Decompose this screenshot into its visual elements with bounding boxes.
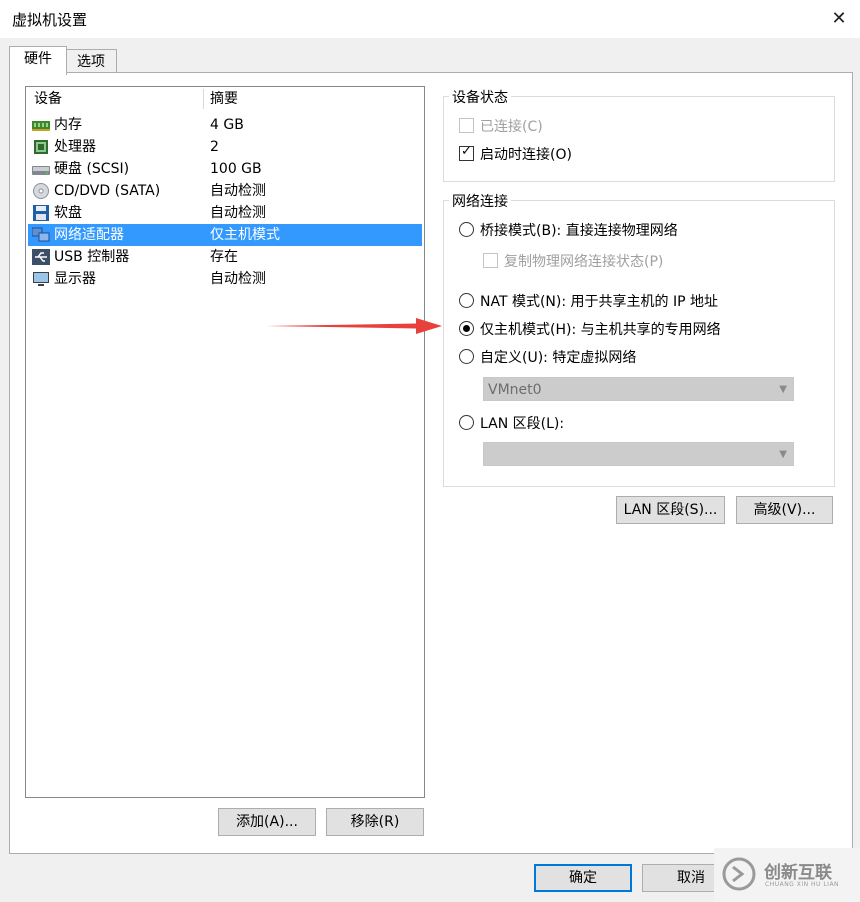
window-title: 虚拟机设置 — [12, 11, 88, 29]
nat-radio[interactable] — [459, 293, 474, 308]
advanced-button[interactable]: 高级(V)... — [736, 496, 833, 524]
device-name: 处理器 — [54, 139, 96, 155]
watermark-text: 创新互联 — [764, 863, 832, 883]
connected-label[interactable]: 已连接(C) — [480, 116, 543, 136]
network-connection-title: 网络连接 — [449, 191, 511, 211]
replicate-state-label[interactable]: 复制物理网络连接状态(P) — [504, 251, 663, 271]
device-name: 软盘 — [54, 205, 82, 221]
device-status-group — [443, 96, 835, 182]
lan-segment-label[interactable]: LAN 区段(L): — [480, 413, 564, 433]
device-summary: 100 GB — [210, 161, 262, 177]
annotation-arrow-icon — [266, 318, 442, 334]
device-row-hard-disk[interactable]: 硬盘 (SCSI) 100 GB — [28, 158, 422, 180]
column-header-device[interactable]: 设备 — [34, 87, 62, 111]
hard-disk-icon — [32, 166, 50, 175]
device-row-display[interactable]: 显示器 自动检测 — [28, 268, 422, 290]
host-only-radio[interactable] — [459, 321, 474, 336]
device-name: 硬盘 (SCSI) — [54, 161, 130, 177]
network-adapter-icon — [32, 227, 50, 242]
device-row-floppy[interactable]: 软盘 自动检测 — [28, 202, 422, 224]
bridged-label[interactable]: 桥接模式(B): 直接连接物理网络 — [480, 220, 678, 240]
custom-network-select[interactable]: VMnet0 ▼ — [483, 377, 794, 401]
watermark: 创新互联 CHUANG XIN HU LIAN — [714, 848, 860, 902]
device-name: 内存 — [54, 117, 82, 133]
device-row-cpu[interactable]: 处理器 2 — [28, 136, 422, 158]
usb-icon — [32, 249, 50, 265]
chevron-down-icon: ▼ — [779, 384, 787, 395]
device-row-memory[interactable]: 内存 4 GB — [28, 114, 422, 136]
bridged-radio[interactable] — [459, 222, 474, 237]
host-only-label[interactable]: 仅主机模式(H): 与主机共享的专用网络 — [480, 319, 721, 339]
device-list[interactable]: 设备 摘要 内存 4 GB 处理器 2 硬盘 (SCSI) 100 GB CD/… — [25, 86, 425, 798]
tab-options[interactable]: 选项 — [65, 49, 117, 74]
device-name: 网络适配器 — [54, 227, 124, 243]
memory-icon — [32, 121, 50, 131]
connect-at-power-on-checkbox[interactable]: ✓ — [459, 144, 474, 161]
device-name: USB 控制器 — [54, 249, 130, 265]
column-separator[interactable] — [203, 89, 204, 109]
remove-button[interactable]: 移除(R) — [326, 808, 424, 836]
replicate-state-checkbox[interactable] — [483, 253, 498, 268]
connected-checkbox[interactable] — [459, 118, 474, 133]
add-button[interactable]: 添加(A)... — [218, 808, 316, 836]
device-summary: 2 — [210, 139, 219, 155]
lan-segment-select[interactable]: ▼ — [483, 442, 794, 466]
lan-segment-radio[interactable] — [459, 415, 474, 430]
device-row-cd-dvd[interactable]: CD/DVD (SATA) 自动检测 — [28, 180, 422, 202]
nat-label[interactable]: NAT 模式(N): 用于共享主机的 IP 地址 — [480, 291, 718, 311]
device-row-usb[interactable]: USB 控制器 存在 — [28, 246, 422, 268]
device-summary: 4 GB — [210, 117, 244, 133]
device-row-network-adapter[interactable]: 网络适配器 仅主机模式 — [28, 224, 422, 246]
watermark-logo-icon — [722, 857, 756, 891]
device-summary: 自动检测 — [210, 183, 266, 199]
ok-button[interactable]: 确定 — [534, 864, 632, 892]
column-header-summary[interactable]: 摘要 — [210, 87, 238, 111]
device-summary: 自动检测 — [210, 271, 266, 287]
watermark-subtext: CHUANG XIN HU LIAN — [765, 881, 840, 888]
device-status-title: 设备状态 — [449, 87, 511, 107]
floppy-icon — [33, 205, 49, 221]
connect-at-power-on-label[interactable]: 启动时连接(O) — [480, 144, 572, 164]
device-name: CD/DVD (SATA) — [54, 183, 161, 199]
custom-label[interactable]: 自定义(U): 特定虚拟网络 — [480, 347, 636, 367]
cpu-icon — [34, 140, 48, 154]
display-icon — [33, 272, 49, 286]
cd-dvd-icon — [33, 183, 49, 199]
lan-segments-button[interactable]: LAN 区段(S)... — [616, 496, 725, 524]
custom-network-value: VMnet0 — [488, 382, 542, 398]
title-bar: 虚拟机设置 ✕ — [0, 0, 860, 38]
device-summary: 自动检测 — [210, 205, 266, 221]
device-summary: 仅主机模式 — [210, 227, 280, 243]
device-name: 显示器 — [54, 271, 96, 287]
close-icon[interactable]: ✕ — [826, 6, 852, 32]
custom-radio[interactable] — [459, 349, 474, 364]
tab-hardware[interactable]: 硬件 — [9, 46, 67, 75]
device-summary: 存在 — [210, 249, 238, 265]
chevron-down-icon: ▼ — [779, 449, 787, 460]
checkmark-icon: ✓ — [461, 144, 472, 159]
radio-selected-dot — [463, 325, 470, 332]
